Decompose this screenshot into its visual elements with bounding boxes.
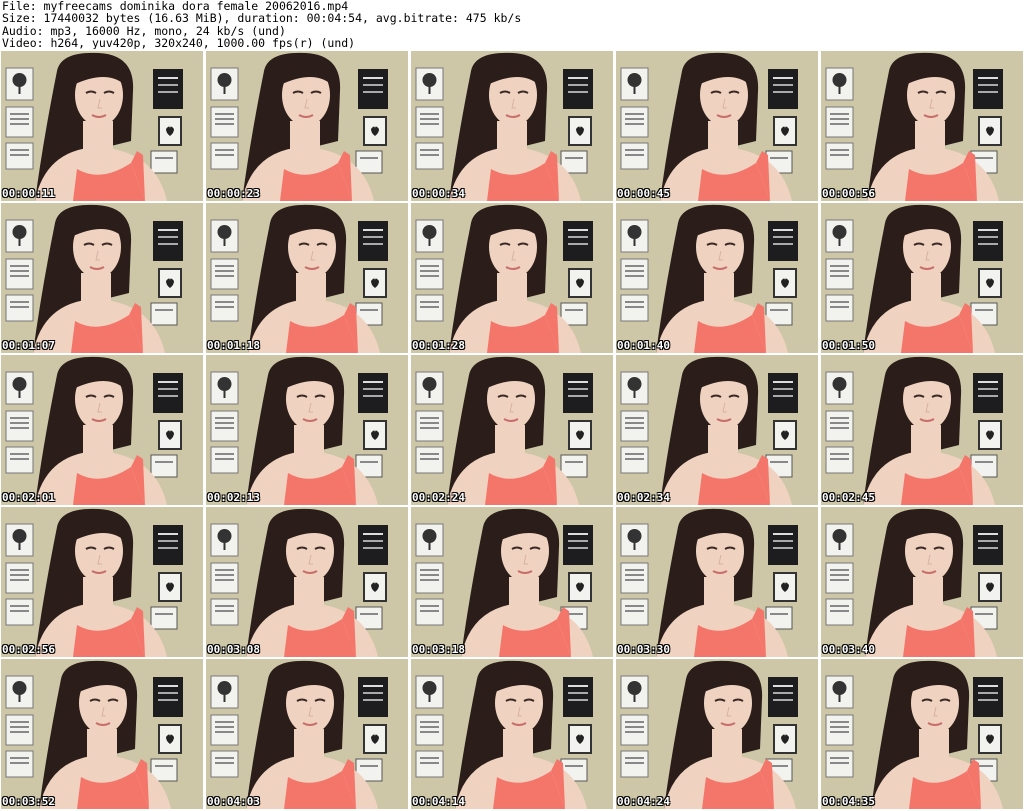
thumbnail-frame <box>411 659 613 809</box>
video-thumbnail: 00:02:01 <box>1 355 203 505</box>
frame-timestamp: 00:02:13 <box>207 491 260 504</box>
video-thumbnail: 00:02:56 <box>1 507 203 657</box>
thumbnail-frame <box>821 51 1023 201</box>
video-thumbnail: 00:02:13 <box>206 355 408 505</box>
video-info-line: Video: h264, yuv420p, 320x240, 1000.00 f… <box>2 36 356 50</box>
video-thumbnail: 00:01:07 <box>1 203 203 353</box>
frame-timestamp: 00:02:01 <box>2 491 55 504</box>
video-thumbnail: 00:03:08 <box>206 507 408 657</box>
thumbnail-frame <box>616 51 818 201</box>
video-thumbnail: 00:03:18 <box>411 507 613 657</box>
frame-timestamp: 00:01:18 <box>207 339 260 352</box>
thumbnail-frame <box>1 507 203 657</box>
thumbnail-frame <box>821 659 1023 809</box>
video-thumbnail: 00:01:28 <box>411 203 613 353</box>
frame-timestamp: 00:00:11 <box>2 187 55 200</box>
frame-timestamp: 00:03:18 <box>412 643 465 656</box>
thumbnail-frame <box>1 203 203 353</box>
thumbnail-frame <box>411 203 613 353</box>
frame-timestamp: 00:01:40 <box>617 339 670 352</box>
video-thumbnail: 00:01:50 <box>821 203 1023 353</box>
thumbnail-frame <box>206 355 408 505</box>
thumbnail-frame <box>616 355 818 505</box>
video-thumbnail: 00:04:24 <box>616 659 818 809</box>
frame-timestamp: 00:04:14 <box>412 795 465 808</box>
thumbnail-frame <box>821 355 1023 505</box>
frame-timestamp: 00:02:45 <box>822 491 875 504</box>
video-thumbnail: 00:02:24 <box>411 355 613 505</box>
thumbnail-frame <box>1 51 203 201</box>
video-thumbnail: 00:00:11 <box>1 51 203 201</box>
video-thumbnail: 00:04:14 <box>411 659 613 809</box>
thumbnail-frame <box>411 355 613 505</box>
video-thumbnail: 00:01:40 <box>616 203 818 353</box>
thumbnail-frame <box>206 507 408 657</box>
audio-info-line: Audio: mp3, 16000 Hz, mono, 24 kb/s (und… <box>2 24 286 37</box>
frame-timestamp: 00:04:24 <box>617 795 670 808</box>
video-thumbnail: 00:01:18 <box>206 203 408 353</box>
thumbnail-frame <box>206 203 408 353</box>
thumbnail-grid: 00:00:11 00:00:23 00:00:34 00:00:45 00:00:56… <box>1 51 1023 810</box>
video-thumbnail: 00:04:03 <box>206 659 408 809</box>
frame-timestamp: 00:02:24 <box>412 491 465 504</box>
thumbnail-frame <box>821 203 1023 353</box>
thumbnail-frame <box>616 507 818 657</box>
frame-timestamp: 00:01:28 <box>412 339 465 352</box>
file-info-header: File: myfreecams_dominika_dora_female_20… <box>2 0 1022 50</box>
frame-timestamp: 00:04:35 <box>822 795 875 808</box>
frame-timestamp: 00:00:56 <box>822 187 875 200</box>
frame-timestamp: 00:04:03 <box>207 795 260 808</box>
video-thumbnail: 00:03:52 <box>1 659 203 809</box>
frame-timestamp: 00:03:52 <box>2 795 55 808</box>
thumbnail-frame <box>1 659 203 809</box>
thumbnail-frame <box>411 507 613 657</box>
thumbnail-frame <box>411 51 613 201</box>
video-thumbnail: 00:02:34 <box>616 355 818 505</box>
video-thumbnail: 00:00:23 <box>206 51 408 201</box>
frame-timestamp: 00:02:56 <box>2 643 55 656</box>
frame-timestamp: 00:01:07 <box>2 339 55 352</box>
frame-timestamp: 00:03:40 <box>822 643 875 656</box>
frame-timestamp: 00:00:34 <box>412 187 465 200</box>
thumbnail-frame <box>206 659 408 809</box>
thumbnail-frame <box>616 203 818 353</box>
frame-timestamp: 00:00:23 <box>207 187 260 200</box>
frame-timestamp: 00:00:45 <box>617 187 670 200</box>
thumbnail-frame <box>821 507 1023 657</box>
video-thumbnail: 00:00:56 <box>821 51 1023 201</box>
video-thumbnail: 00:00:34 <box>411 51 613 201</box>
thumbnail-frame <box>616 659 818 809</box>
video-thumbnail: 00:02:45 <box>821 355 1023 505</box>
video-thumbnail: 00:03:30 <box>616 507 818 657</box>
video-thumbnail: 00:00:45 <box>616 51 818 201</box>
frame-timestamp: 00:03:08 <box>207 643 260 656</box>
frame-timestamp: 00:02:34 <box>617 491 670 504</box>
video-thumbnail: 00:03:40 <box>821 507 1023 657</box>
frame-timestamp: 00:03:30 <box>617 643 670 656</box>
frame-timestamp: 00:01:50 <box>822 339 875 352</box>
file-size-line: Size: 17440032 bytes (16.63 MiB), durati… <box>2 12 522 25</box>
file-name-line: File: myfreecams_dominika_dora_female_20… <box>2 0 349 13</box>
thumbnail-frame <box>206 51 408 201</box>
thumbnail-frame <box>1 355 203 505</box>
video-thumbnail: 00:04:35 <box>821 659 1023 809</box>
